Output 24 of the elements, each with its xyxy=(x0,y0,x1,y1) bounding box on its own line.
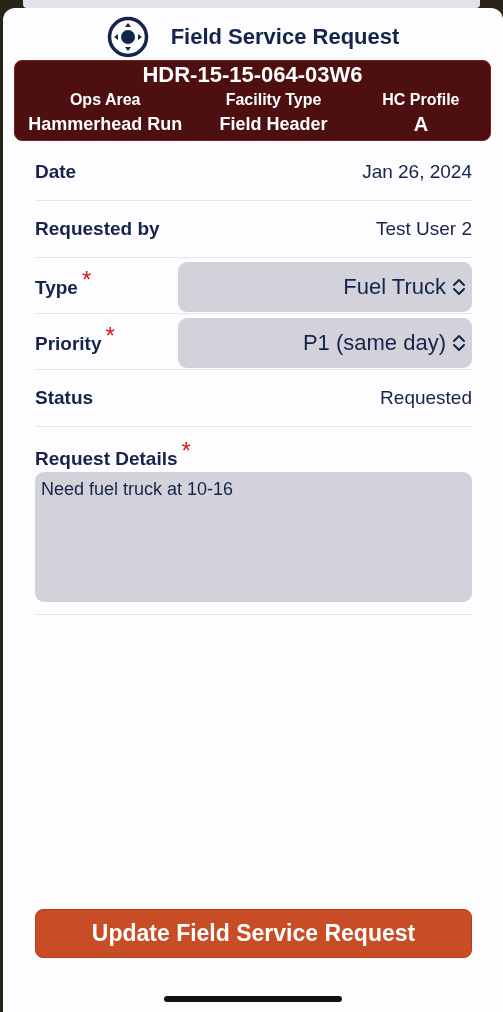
chevron-icon xyxy=(452,277,466,297)
field-label: Status xyxy=(35,387,94,409)
page-title: Field Service Request xyxy=(170,24,400,50)
required-asterisk: * xyxy=(105,322,115,349)
field-label: Requested by xyxy=(35,218,160,240)
field-value: Jan 26, 2024 xyxy=(362,161,472,183)
details-field[interactable]: Need fuel truck at 10-16 xyxy=(35,472,472,602)
required-asterisk: * xyxy=(81,266,92,293)
header-value: Hammerhead Run xyxy=(27,113,184,136)
field-value: Requested xyxy=(380,387,472,409)
logo-icon xyxy=(106,16,149,58)
header-code: HDR-15-15-064-03W6 xyxy=(141,63,364,87)
field-value: Test User 2 xyxy=(375,218,472,240)
header-value: A xyxy=(412,112,430,137)
header-label: Facility Type xyxy=(224,90,323,110)
header-value: Field Header xyxy=(218,113,329,136)
update-button[interactable]: Update Field Service Request xyxy=(35,909,472,958)
field-label: Date xyxy=(35,161,77,183)
required-asterisk: * xyxy=(181,437,191,464)
chevron-icon xyxy=(452,333,466,353)
header-label: HC Profile xyxy=(381,90,461,110)
select-field[interactable]: P1 (same day) xyxy=(178,318,472,368)
header-label: Ops Area xyxy=(68,90,142,110)
select-field[interactable]: Fuel Truck xyxy=(178,262,472,312)
